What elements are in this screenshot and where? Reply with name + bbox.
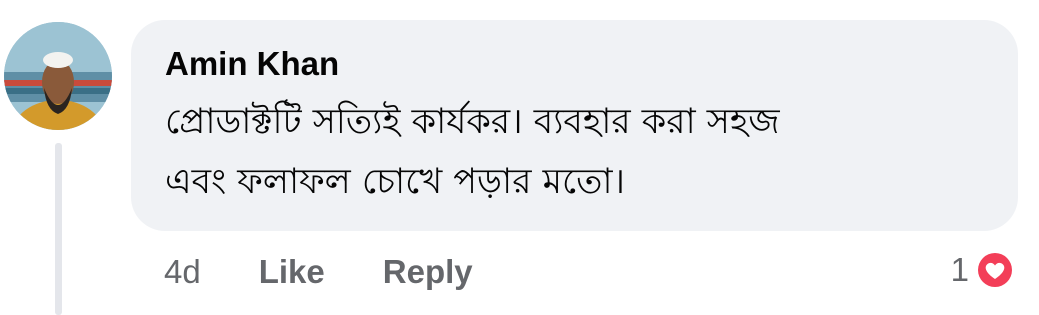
comment-timestamp[interactable]: 4d (164, 253, 201, 291)
comment-text-line-2: এবং ফলাফল চোখে পড়ার মতো। (165, 162, 625, 202)
reaction-summary[interactable]: 1 (951, 248, 1017, 292)
avatar[interactable] (4, 22, 112, 130)
comment-bubble: Amin Khan প্রোডাক্টটি সত্যিই কার্যকর। ব্… (131, 20, 1018, 231)
comment-author[interactable]: Amin Khan (165, 44, 988, 84)
love-reaction-icon (973, 248, 1017, 292)
reply-button[interactable]: Reply (383, 253, 473, 291)
comment: Amin Khan প্রোডাক্টটি সত্যিই কার্যকর। ব্… (0, 0, 1039, 315)
comment-text: প্রোডাক্টটি সত্যিই কার্যকর। ব্যবহার করা … (165, 92, 988, 212)
reaction-count: 1 (950, 251, 969, 288)
comment-text-line-1: প্রোডাক্টটি সত্যিই কার্যকর। ব্যবহার করা … (165, 102, 780, 142)
comment-actions: 4d Like Reply (164, 250, 531, 294)
avatar-photo (4, 22, 112, 130)
like-button[interactable]: Like (259, 253, 325, 291)
thread-line (55, 143, 62, 315)
